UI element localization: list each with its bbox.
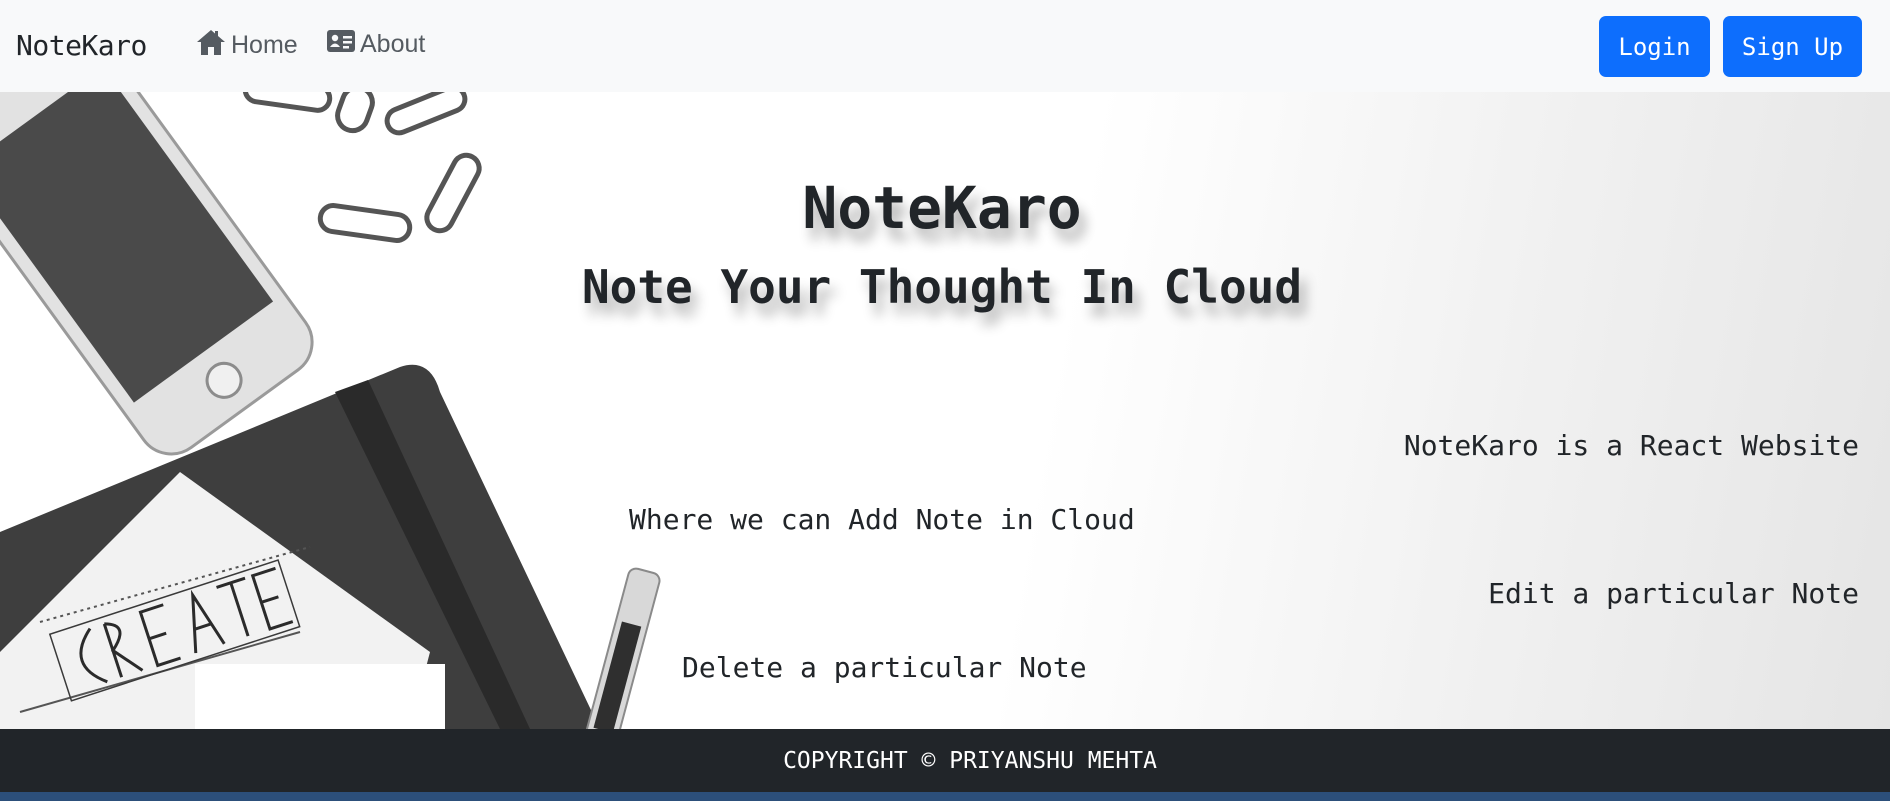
hero-section: NoteKaro Note Your Thought In Cloud Note… [0, 92, 1890, 729]
nav-link-home[interactable]: Home [195, 28, 298, 63]
feature-text: Where we can Add Note in Cloud [629, 503, 1135, 536]
signup-button[interactable]: Sign Up [1723, 16, 1862, 77]
feature-text: Delete a particular Note [682, 651, 1087, 684]
feature-text: NoteKaro is a React Website [1403, 429, 1859, 462]
id-card-icon [326, 28, 360, 61]
nav-link-about[interactable]: About [326, 28, 425, 61]
hero-title: NoteKaro [802, 174, 1082, 242]
hero-subtitle: Note Your Thought In Cloud [581, 260, 1303, 314]
home-icon [195, 28, 231, 63]
feature-text: Edit a particular Note [1488, 577, 1859, 610]
nav-link-about-label: About [360, 30, 426, 58]
navbar: NoteKaro Home About Login Sign Up [0, 0, 1890, 92]
copyright-text: COPYRIGHT © PRIYANSHU MEHTA [783, 747, 1157, 774]
brand-logo[interactable]: NoteKaro [16, 29, 147, 62]
taskbar-strip [0, 792, 1890, 801]
nav-link-home-label: Home [231, 31, 298, 59]
footer: COPYRIGHT © PRIYANSHU MEHTA [0, 729, 1890, 792]
login-button[interactable]: Login [1599, 16, 1710, 77]
